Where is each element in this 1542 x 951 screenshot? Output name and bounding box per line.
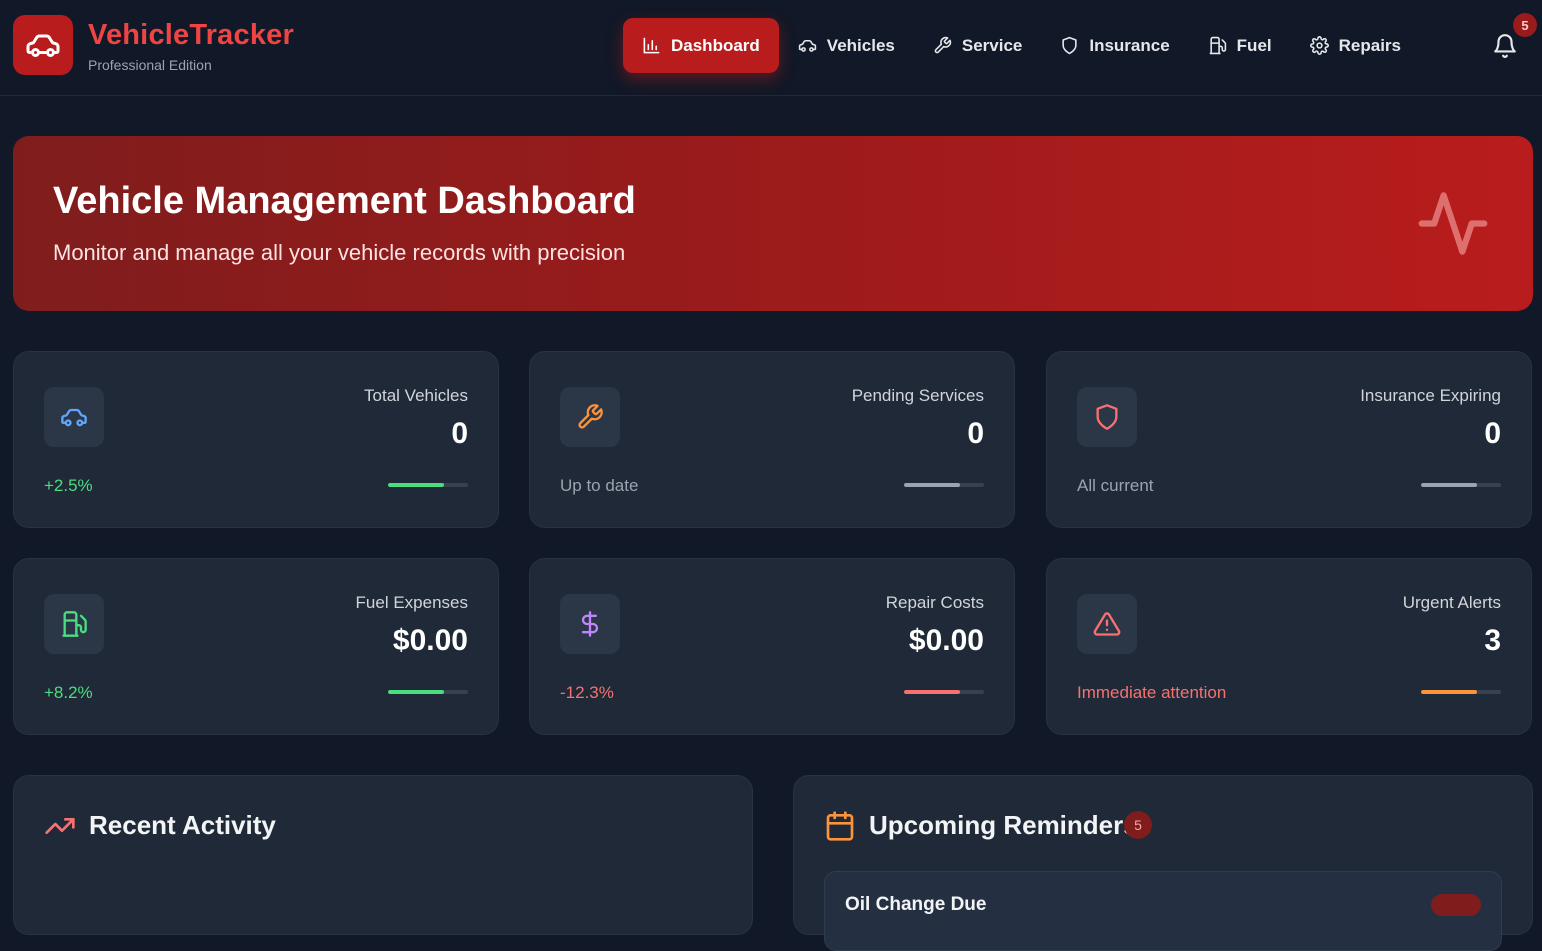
- bell-icon[interactable]: [1492, 33, 1518, 59]
- stat-progress-bar: [388, 690, 468, 694]
- fuel-icon: [1209, 36, 1226, 55]
- stat-card-insurance-expiring[interactable]: Insurance Expiring 0 All current: [1046, 351, 1532, 528]
- stat-card-repair-costs[interactable]: Repair Costs $0.00 -12.3%: [529, 558, 1015, 735]
- alert-triangle-icon: [1093, 612, 1121, 636]
- stat-label: Repair Costs: [885, 593, 984, 612]
- nav-repairs[interactable]: Repairs: [1291, 18, 1420, 73]
- stat-trend: +8.2%: [44, 683, 93, 702]
- nav-vehicles[interactable]: Vehicles: [779, 18, 914, 73]
- stat-value: 0: [451, 417, 468, 450]
- recent-activity-title: Recent Activity: [89, 810, 276, 840]
- stat-progress-bar: [1421, 690, 1501, 694]
- nav-service-label: Service: [961, 35, 1023, 55]
- stat-label: Total Vehicles: [364, 386, 468, 405]
- nav-vehicles-label: Vehicles: [826, 35, 895, 55]
- nav-service[interactable]: Service: [914, 18, 1042, 73]
- stat-label: Insurance Expiring: [1360, 386, 1501, 405]
- stat-trend: All current: [1077, 476, 1154, 495]
- reminders-count-badge: 5: [1124, 811, 1152, 839]
- upcoming-reminders-title: Upcoming Reminders: [869, 810, 1138, 840]
- app-logo[interactable]: [13, 15, 73, 75]
- stat-card-fuel-expenses[interactable]: Fuel Expenses $0.00 +8.2%: [13, 558, 499, 735]
- stat-icon-box: [1077, 594, 1137, 654]
- stat-icon-box: [44, 594, 104, 654]
- wrench-icon: [578, 404, 603, 429]
- stat-value: 0: [967, 417, 984, 450]
- page-subtitle: Monitor and manage all your vehicle reco…: [53, 240, 626, 265]
- stat-trend: +2.5%: [44, 476, 93, 495]
- stat-trend: Up to date: [560, 476, 639, 495]
- car-icon: [61, 408, 87, 427]
- calendar-icon: [826, 811, 854, 841]
- stat-trend: -12.3%: [560, 683, 614, 702]
- stat-label: Urgent Alerts: [1402, 593, 1501, 612]
- reminder-title: Oil Change Due: [845, 894, 987, 915]
- stat-progress-bar: [388, 483, 468, 487]
- wrench-icon: [934, 36, 952, 54]
- recent-activity-panel: Recent Activity: [13, 775, 753, 935]
- stat-progress-fill: [904, 483, 960, 487]
- stat-value: $0.00: [392, 624, 468, 657]
- upcoming-reminders-panel: Upcoming Reminders 5 Oil Change Due: [793, 775, 1533, 951]
- bar-chart-icon: [643, 37, 660, 54]
- main-nav: Dashboard Vehicles Service Insurance Fue…: [623, 18, 1420, 73]
- car-icon: [798, 39, 817, 52]
- reminder-priority-tag: [1431, 894, 1481, 916]
- stat-progress-fill: [388, 690, 444, 694]
- page-title: Vehicle Management Dashboard: [53, 180, 636, 222]
- stat-progress-bar: [1421, 483, 1501, 487]
- nav-fuel-label: Fuel: [1236, 35, 1272, 55]
- stat-progress-fill: [904, 690, 960, 694]
- stat-progress-fill: [1421, 690, 1477, 694]
- stat-progress-fill: [388, 483, 444, 487]
- nav-fuel[interactable]: Fuel: [1189, 18, 1291, 73]
- top-navigation-bar: VehicleTracker Professional Edition Dash…: [0, 0, 1542, 96]
- nav-insurance-label: Insurance: [1089, 35, 1170, 55]
- shield-icon: [1096, 404, 1118, 430]
- nav-insurance[interactable]: Insurance: [1041, 18, 1188, 73]
- stat-label: Pending Services: [851, 386, 984, 405]
- stat-icon-box: [44, 387, 104, 447]
- trending-up-icon: [45, 818, 75, 834]
- stat-value: 3: [1484, 624, 1501, 657]
- gear-icon: [1309, 36, 1329, 55]
- stat-trend: Immediate attention: [1077, 683, 1227, 702]
- nav-dashboard[interactable]: Dashboard: [623, 18, 779, 73]
- stat-value: 0: [1484, 417, 1501, 450]
- stat-icon-box: [560, 387, 620, 447]
- stat-label: Fuel Expenses: [355, 593, 468, 612]
- reminder-item[interactable]: Oil Change Due: [824, 871, 1502, 951]
- fuel-icon: [62, 611, 87, 637]
- stat-progress-bar: [904, 690, 984, 694]
- stat-card-urgent-alerts[interactable]: Urgent Alerts 3 Immediate attention: [1046, 558, 1532, 735]
- dollar-icon: [581, 611, 599, 637]
- car-icon: [26, 34, 60, 57]
- stat-icon-box: [1077, 387, 1137, 447]
- shield-icon: [1062, 36, 1077, 55]
- stat-card-total-vehicles[interactable]: Total Vehicles 0 +2.5%: [13, 351, 499, 528]
- stat-card-pending-services[interactable]: Pending Services 0 Up to date: [529, 351, 1015, 528]
- app-title: VehicleTracker: [88, 19, 294, 51]
- app-subtitle: Professional Edition: [88, 57, 212, 73]
- stat-progress-fill: [1421, 483, 1477, 487]
- notification-badge: 5: [1513, 13, 1537, 37]
- stat-value: $0.00: [908, 624, 984, 657]
- stat-progress-bar: [904, 483, 984, 487]
- stat-icon-box: [560, 594, 620, 654]
- activity-icon: [1418, 192, 1488, 255]
- nav-repairs-label: Repairs: [1338, 35, 1401, 55]
- hero-banner: Vehicle Management Dashboard Monitor and…: [13, 136, 1533, 311]
- nav-dashboard-label: Dashboard: [671, 35, 760, 55]
